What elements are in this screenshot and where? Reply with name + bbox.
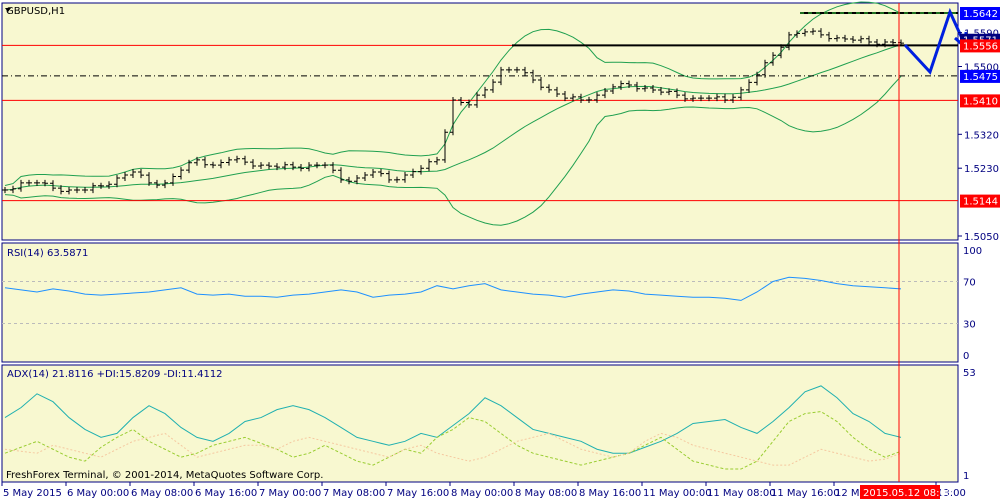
chart-canvas[interactable]: 1.55901.55001.53201.52301.50501.56421.55… (0, 0, 1000, 500)
time-tick-label: 6 May 16:00 (195, 488, 257, 499)
time-tick-label: 8 May 16:00 (579, 488, 641, 499)
time-tick-label: 11 May 08:00 (707, 488, 776, 499)
adx-title: ADX(14) 21.8116 +DI:15.8209 -DI:11.4112 (7, 369, 223, 380)
price-label: 1.5475 (963, 72, 998, 83)
price-panel[interactable] (1, 2, 959, 241)
time-tick-label: 7 May 00:00 (259, 488, 321, 499)
copyright-text: FreshForex Terminal, © 2001-2014, MetaQu… (6, 470, 323, 481)
price-label: 1.5144 (963, 197, 998, 208)
time-tick-label: 6 May 00:00 (67, 488, 129, 499)
price-label: 1.5556 (963, 41, 998, 52)
adx-panel[interactable] (1, 364, 959, 483)
time-tick-label: 7 May 08:00 (323, 488, 385, 499)
time-tick-label: 11 May 00:00 (643, 488, 712, 499)
rsi-tick-label: 30 (963, 320, 976, 331)
time-tick-label: 7 May 16:00 (387, 488, 449, 499)
time-tick-label: 6 May 08:00 (131, 488, 193, 499)
cursor-time-label: 2015.05.12 08:00 (863, 488, 952, 499)
time-tick-label: 8 May 00:00 (451, 488, 513, 499)
price-tick-label: 1.5050 (964, 232, 999, 243)
price-label: 1.5410 (963, 96, 998, 107)
time-tick-label: 5 May 2015 (3, 488, 62, 499)
time-tick-label: 11 May 16:00 (771, 488, 840, 499)
price-label: 1.5642 (963, 9, 998, 20)
rsi-tick-label: 100 (963, 246, 982, 257)
adx-tick-label: 1 (963, 471, 969, 482)
adx-tick-label: 53 (963, 368, 976, 379)
metatrader-chart-window[interactable]: 1.55901.55001.53201.52301.50501.56421.55… (0, 0, 1000, 500)
symbol-title: GBPUSD,H1 (6, 6, 65, 17)
rsi-title: RSI(14) 63.5871 (7, 248, 88, 259)
price-tick-label: 1.5230 (964, 164, 999, 175)
rsi-tick-label: 0 (963, 351, 969, 362)
rsi-panel[interactable] (1, 242, 959, 363)
rsi-tick-label: 70 (963, 278, 976, 289)
price-tick-label: 1.5320 (964, 130, 999, 141)
time-tick-label: 8 May 08:00 (515, 488, 577, 499)
